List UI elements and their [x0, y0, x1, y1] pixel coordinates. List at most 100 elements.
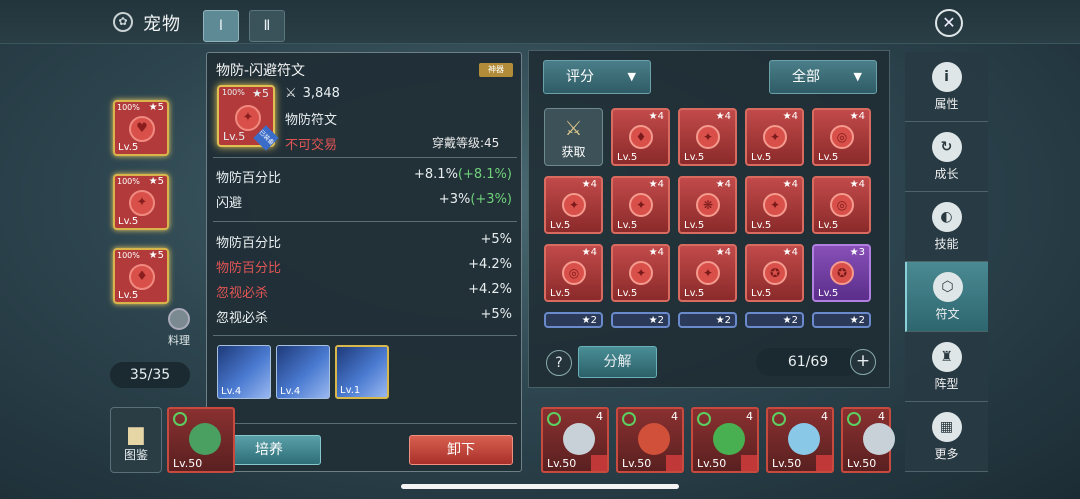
- rune-level: Lv.5: [751, 288, 772, 299]
- slot-level: Lv.5: [118, 142, 139, 153]
- rune-item[interactable]: ★2: [678, 312, 737, 328]
- side-menu-label: 属性: [934, 97, 959, 111]
- side-menu-more[interactable]: ▦ 更多: [905, 402, 988, 472]
- rune-item[interactable]: ★4 ✪ Lv.5: [745, 244, 804, 302]
- pet-stars: 4: [596, 410, 603, 423]
- grid-icon: ▦: [931, 412, 962, 442]
- filter-dropdown[interactable]: 全部 ▼: [769, 60, 877, 94]
- rune-item[interactable]: ★4 ✦ Lv.5: [745, 176, 804, 234]
- rune-item[interactable]: ★4 ◎ Lv.5: [812, 176, 871, 234]
- main-stat-value: +3%(+3%): [438, 192, 512, 207]
- pet-level: Lv.50: [847, 457, 877, 470]
- pet-slot[interactable]: 4 Lv.50: [616, 407, 684, 473]
- pet-slot[interactable]: 4 Lv.50: [541, 407, 609, 473]
- rune-level: Lv.5: [617, 220, 638, 231]
- side-menu-runes[interactable]: ⬡ 符文: [905, 262, 988, 332]
- rune-item[interactable]: ★4 ✦ Lv.5: [678, 108, 737, 166]
- pet-stars: 4: [878, 410, 885, 423]
- rune-item[interactable]: ★4 ✦ Lv.5: [745, 108, 804, 166]
- rune-item[interactable]: ★4 ✦ Lv.5: [678, 244, 737, 302]
- slot-stars: ★5: [148, 176, 164, 187]
- pet-level: Lv.50: [772, 457, 802, 470]
- rune-stars: ★4: [648, 247, 664, 258]
- rune-level: Lv.5: [617, 152, 638, 163]
- pet-tag-icon: [591, 455, 607, 471]
- inventory-capacity: 61/69: [756, 348, 860, 376]
- pet-portrait: [713, 423, 745, 455]
- equipped-tag: 已装备: [253, 125, 279, 151]
- expand-capacity-icon[interactable]: +: [850, 349, 876, 375]
- tower-icon: ♜: [931, 342, 962, 372]
- side-menu-growth[interactable]: ↻ 成长: [905, 122, 988, 192]
- pet-portrait: [863, 423, 895, 455]
- growth-icon: ↻: [931, 132, 962, 162]
- side-menu-skills[interactable]: ◐ 技能: [905, 192, 988, 262]
- rune-level: Lv.5: [684, 220, 705, 231]
- side-menu-attributes[interactable]: i 属性: [905, 52, 988, 122]
- slot-stars: ★5: [148, 102, 164, 113]
- rune-icon: ◎: [830, 125, 854, 149]
- side-menu-formation[interactable]: ♜ 阵型: [905, 332, 988, 402]
- help-icon[interactable]: ?: [546, 350, 572, 376]
- rune-item[interactable]: ★4 ❋ Lv.5: [678, 176, 737, 234]
- book-icon: ▆: [128, 421, 144, 445]
- codex-button[interactable]: ▆ 图鉴: [110, 407, 162, 473]
- pet-slot[interactable]: 4 Lv.50: [841, 407, 895, 473]
- pet-slot[interactable]: 4 Lv.50: [766, 407, 834, 473]
- rune-icon: ✦: [235, 105, 261, 131]
- rune-item[interactable]: ★2: [812, 312, 871, 328]
- rune-item[interactable]: ★4 ✦ Lv.5: [544, 176, 603, 234]
- preview-stars: ★5: [252, 87, 269, 100]
- tab-one[interactable]: Ⅰ: [203, 10, 239, 42]
- rune-icon: ✦: [696, 125, 720, 149]
- rune-stars: ★2: [581, 315, 597, 326]
- skill-slot[interactable]: Lv.1: [335, 345, 389, 399]
- trade-status: 不可交易: [285, 138, 338, 153]
- preview-percent: 100%: [222, 88, 245, 97]
- divider: [213, 335, 517, 336]
- rune-item[interactable]: ★4 ◎ Lv.5: [812, 108, 871, 166]
- skill-slot[interactable]: Lv.4: [276, 345, 330, 399]
- skill-level: Lv.4: [221, 386, 242, 397]
- sub-stat-value: +5%: [480, 232, 512, 247]
- element-ring-icon: [697, 412, 711, 426]
- rune-item[interactable]: ★4 ✦ Lv.5: [611, 244, 670, 302]
- slot-level: Lv.5: [118, 290, 139, 301]
- skill-level: Lv.4: [280, 386, 301, 397]
- rune-level: Lv.5: [818, 152, 839, 163]
- pet-slot[interactable]: 4 Lv.50: [691, 407, 759, 473]
- tab-two[interactable]: Ⅱ: [249, 10, 285, 42]
- pet-slot[interactable]: Lv.50: [167, 407, 235, 473]
- slot-percent: 100%: [117, 251, 140, 260]
- pet-gear-icon: ✿: [113, 12, 133, 32]
- rune-item[interactable]: ★2: [611, 312, 670, 328]
- equipped-rune-slot-1[interactable]: 100% ★5 ♥ Lv.5: [113, 100, 169, 156]
- codex-label: 图鉴: [123, 448, 148, 462]
- unequip-button[interactable]: 卸下: [409, 435, 513, 465]
- cook-button[interactable]: 料理: [168, 308, 190, 348]
- info-icon: i: [931, 62, 962, 92]
- side-menu-label: 阵型: [934, 377, 959, 391]
- equipped-rune-slot-2[interactable]: 100% ★5 ✦ Lv.5: [113, 174, 169, 230]
- pet-stars: 4: [746, 410, 753, 423]
- decompose-button[interactable]: 分解: [578, 346, 657, 378]
- element-ring-icon: [622, 412, 636, 426]
- element-ring-icon: [847, 412, 861, 426]
- rune-item[interactable]: ★4 ✦ Lv.5: [611, 176, 670, 234]
- element-ring-icon: [772, 412, 786, 426]
- rune-stars: ★2: [648, 315, 664, 326]
- rune-item[interactable]: ★2: [745, 312, 804, 328]
- skill-slot[interactable]: Lv.4: [217, 345, 271, 399]
- rune-item[interactable]: ★2: [544, 312, 603, 328]
- rune-item[interactable]: ★4 ◎ Lv.5: [544, 244, 603, 302]
- sort-dropdown[interactable]: 评分 ▼: [543, 60, 651, 94]
- rune-stars: ★3: [849, 247, 865, 258]
- close-icon[interactable]: ✕: [935, 9, 963, 37]
- rune-item[interactable]: ★3 ✪ Lv.5: [812, 244, 871, 302]
- rune-stars: ★2: [849, 315, 865, 326]
- equipped-rune-slot-3[interactable]: 100% ★5 ♦ Lv.5: [113, 248, 169, 304]
- rune-icon: ✦: [763, 193, 787, 217]
- cook-label: 料理: [168, 334, 190, 347]
- rune-item[interactable]: ★4 ♦ Lv.5: [611, 108, 670, 166]
- fetch-button[interactable]: ⚔ 获取: [544, 108, 603, 166]
